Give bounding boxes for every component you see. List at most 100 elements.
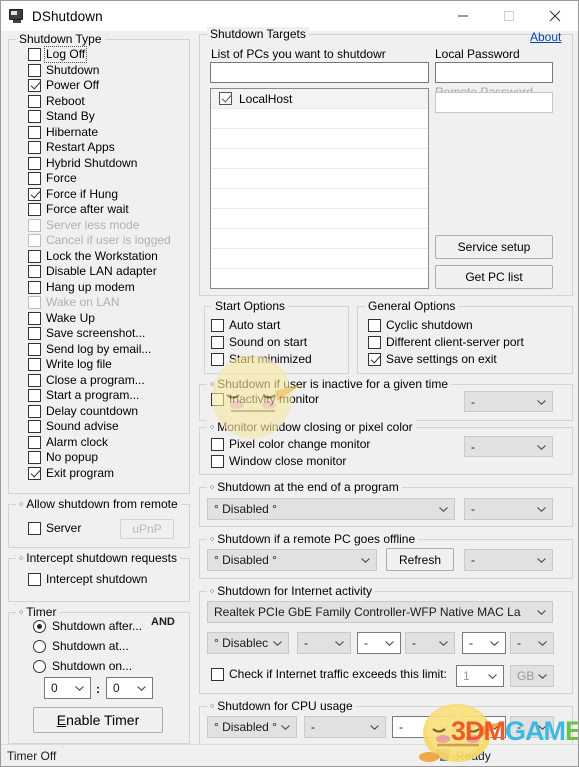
enable-timer-button[interactable]: Enable Timer bbox=[33, 707, 163, 733]
pc-list-empty-row bbox=[211, 269, 428, 288]
close-icon[interactable] bbox=[532, 1, 578, 31]
inactivity-combo[interactable]: - bbox=[464, 391, 553, 412]
refresh-button[interactable]: Refresh bbox=[386, 548, 454, 571]
monitor-window-checkbox[interactable]: Window close monitor bbox=[211, 455, 346, 468]
start-option-label: Sound on start bbox=[229, 335, 308, 349]
shutdown-type-checkbox[interactable]: Sound advise bbox=[28, 420, 119, 433]
shutdown-type-checkbox[interactable]: Hang up modem bbox=[28, 281, 135, 294]
start-options-title: Start Options bbox=[212, 299, 289, 313]
remote-password-input[interactable] bbox=[435, 92, 553, 113]
shutdown-type-checkbox[interactable]: Force after wait bbox=[28, 203, 129, 216]
traffic-limit-value-combo[interactable]: 1 bbox=[456, 665, 504, 687]
pc-list-empty-row bbox=[211, 249, 428, 269]
checkbox-box bbox=[28, 573, 41, 586]
shutdown-type-checkbox[interactable]: No popup bbox=[28, 451, 98, 464]
internet-activity-combo[interactable]: - bbox=[357, 632, 401, 654]
internet-activity-combo-value: - bbox=[364, 636, 368, 650]
shutdown-type-checkbox[interactable]: Write log file bbox=[28, 358, 112, 371]
monitor-window-label: Window close monitor bbox=[229, 454, 347, 468]
shutdown-type-checkbox[interactable]: Reboot bbox=[28, 95, 85, 108]
server-checkbox[interactable]: Server bbox=[28, 522, 81, 535]
timer-minutes-value: 0 bbox=[113, 681, 120, 695]
shutdown-type-checkbox[interactable]: Disable LAN adapter bbox=[28, 265, 157, 278]
pc-list-item[interactable]: LocalHost bbox=[211, 89, 428, 109]
enable-timer-label: nable Timer bbox=[66, 712, 140, 728]
pc-listbox[interactable]: LocalHost bbox=[210, 88, 429, 289]
network-adapter-combo[interactable]: Realtek PCIe GbE Family Controller-WFP N… bbox=[207, 601, 553, 623]
shutdown-type-checkbox[interactable]: Hibernate bbox=[28, 126, 98, 139]
shutdown-type-checkbox[interactable]: Shutdown bbox=[28, 64, 99, 77]
minimize-icon[interactable] bbox=[440, 1, 486, 31]
internet-activity-combo[interactable]: - bbox=[297, 632, 351, 654]
shutdown-type-checkbox[interactable]: Lock the Workstation bbox=[28, 250, 158, 263]
shutdown-type-title: Shutdown Type bbox=[16, 32, 105, 46]
internet-activity-combo[interactable]: - bbox=[462, 632, 506, 654]
checkbox-box bbox=[28, 141, 41, 154]
general-option-checkbox[interactable]: Cyclic shutdown bbox=[368, 319, 473, 332]
pc-name-input[interactable] bbox=[210, 62, 429, 83]
shutdown-type-checkbox[interactable]: Wake Up bbox=[28, 312, 95, 325]
maximize-icon[interactable] bbox=[486, 1, 532, 31]
cpu-usage-combo[interactable]: ° Disabled ° bbox=[207, 716, 297, 738]
cpu-usage-combo[interactable]: - bbox=[510, 716, 554, 738]
remote-offline-combo[interactable]: ° Disabled ° bbox=[207, 549, 377, 571]
inactivity-monitor-checkbox[interactable]: Inactivity monitor bbox=[211, 393, 319, 406]
shutdown-type-checkbox[interactable]: Force if Hung bbox=[28, 188, 118, 201]
traffic-limit-unit-combo[interactable]: GB bbox=[510, 665, 554, 687]
shutdown-type-checkbox[interactable]: Close a program... bbox=[28, 374, 145, 387]
internet-activity-combo[interactable]: - bbox=[405, 632, 455, 654]
enable-timer-accel: E bbox=[56, 712, 67, 728]
monitor-window-combo[interactable]: - bbox=[464, 436, 553, 457]
timer-radio-option[interactable]: Shutdown at... bbox=[33, 639, 129, 653]
local-password-input[interactable] bbox=[435, 62, 553, 83]
shutdown-type-checkbox[interactable]: Force bbox=[28, 172, 77, 185]
shutdown-type-label: Start a program... bbox=[46, 388, 140, 402]
about-link[interactable]: About bbox=[530, 30, 561, 44]
shutdown-type-checkbox[interactable]: Delay countdown bbox=[28, 405, 138, 418]
monitor-window-combo-value: - bbox=[471, 439, 475, 454]
timer-radio-option[interactable]: Shutdown after... bbox=[33, 619, 142, 633]
general-option-checkbox[interactable]: Save settings on exit bbox=[368, 353, 497, 366]
shutdown-type-checkbox[interactable]: Hybrid Shutdown bbox=[28, 157, 137, 170]
get-pc-list-button[interactable]: Get PC list bbox=[435, 265, 553, 289]
checkbox-box bbox=[28, 327, 41, 340]
service-setup-button[interactable]: Service setup bbox=[435, 235, 553, 259]
traffic-limit-label: Check if Internet traffic exceeds this l… bbox=[229, 667, 447, 681]
timer-hours-combo[interactable]: 0 bbox=[44, 677, 91, 699]
timer-radio-option[interactable]: Shutdown on... bbox=[33, 659, 132, 673]
cpu-usage-combo[interactable]: - bbox=[392, 716, 455, 738]
general-option-checkbox[interactable]: Different client-server port bbox=[368, 336, 524, 349]
end-of-program-combo[interactable]: ° Disabled ° bbox=[207, 498, 455, 520]
monitor-window-checkbox[interactable]: Pixel color change monitor bbox=[211, 438, 370, 451]
traffic-limit-value: 1 bbox=[463, 669, 470, 683]
status-bar: Timer Off Ready bbox=[1, 744, 578, 766]
checkbox-box bbox=[28, 126, 41, 139]
start-option-checkbox[interactable]: Start minimized bbox=[211, 353, 312, 366]
intercept-shutdown-checkbox[interactable]: Intercept shutdown bbox=[28, 573, 147, 586]
shutdown-type-checkbox[interactable]: Exit program bbox=[28, 467, 114, 480]
monitor-icon bbox=[9, 9, 25, 23]
shutdown-type-checkbox[interactable]: Save screenshot... bbox=[28, 327, 145, 340]
shutdown-type-checkbox[interactable]: Start a program... bbox=[28, 389, 139, 402]
end-of-program-side-combo[interactable]: - bbox=[464, 498, 553, 520]
remote-offline-side-combo[interactable]: - bbox=[464, 549, 553, 571]
upnp-button[interactable]: uPnP bbox=[120, 519, 174, 539]
shutdown-type-checkbox[interactable]: Alarm clock bbox=[28, 436, 108, 449]
shutdown-type-checkbox[interactable]: Restart Apps bbox=[28, 141, 115, 154]
cpu-usage-combo[interactable]: - bbox=[304, 716, 386, 738]
shutdown-type-checkbox[interactable]: Log Off bbox=[28, 46, 88, 63]
internet-activity-combo[interactable]: - bbox=[510, 632, 554, 654]
start-option-checkbox[interactable]: Auto start bbox=[211, 319, 280, 332]
cpu-usage-combo[interactable]: - bbox=[462, 716, 506, 738]
timer-minutes-combo[interactable]: 0 bbox=[106, 677, 153, 699]
shutdown-type-checkbox[interactable]: Stand By bbox=[28, 110, 95, 123]
start-option-label: Auto start bbox=[229, 318, 281, 332]
internet-activity-combo[interactable]: ° Disablec bbox=[207, 632, 289, 654]
shutdown-type-checkbox[interactable]: Power Off bbox=[28, 79, 99, 92]
checkbox-box bbox=[211, 336, 224, 349]
traffic-limit-checkbox[interactable]: Check if Internet traffic exceeds this l… bbox=[211, 668, 447, 681]
start-option-checkbox[interactable]: Sound on start bbox=[211, 336, 307, 349]
checkbox-box bbox=[211, 668, 224, 681]
shutdown-type-checkbox[interactable]: Send log by email... bbox=[28, 343, 151, 356]
radio-circle bbox=[33, 619, 46, 633]
